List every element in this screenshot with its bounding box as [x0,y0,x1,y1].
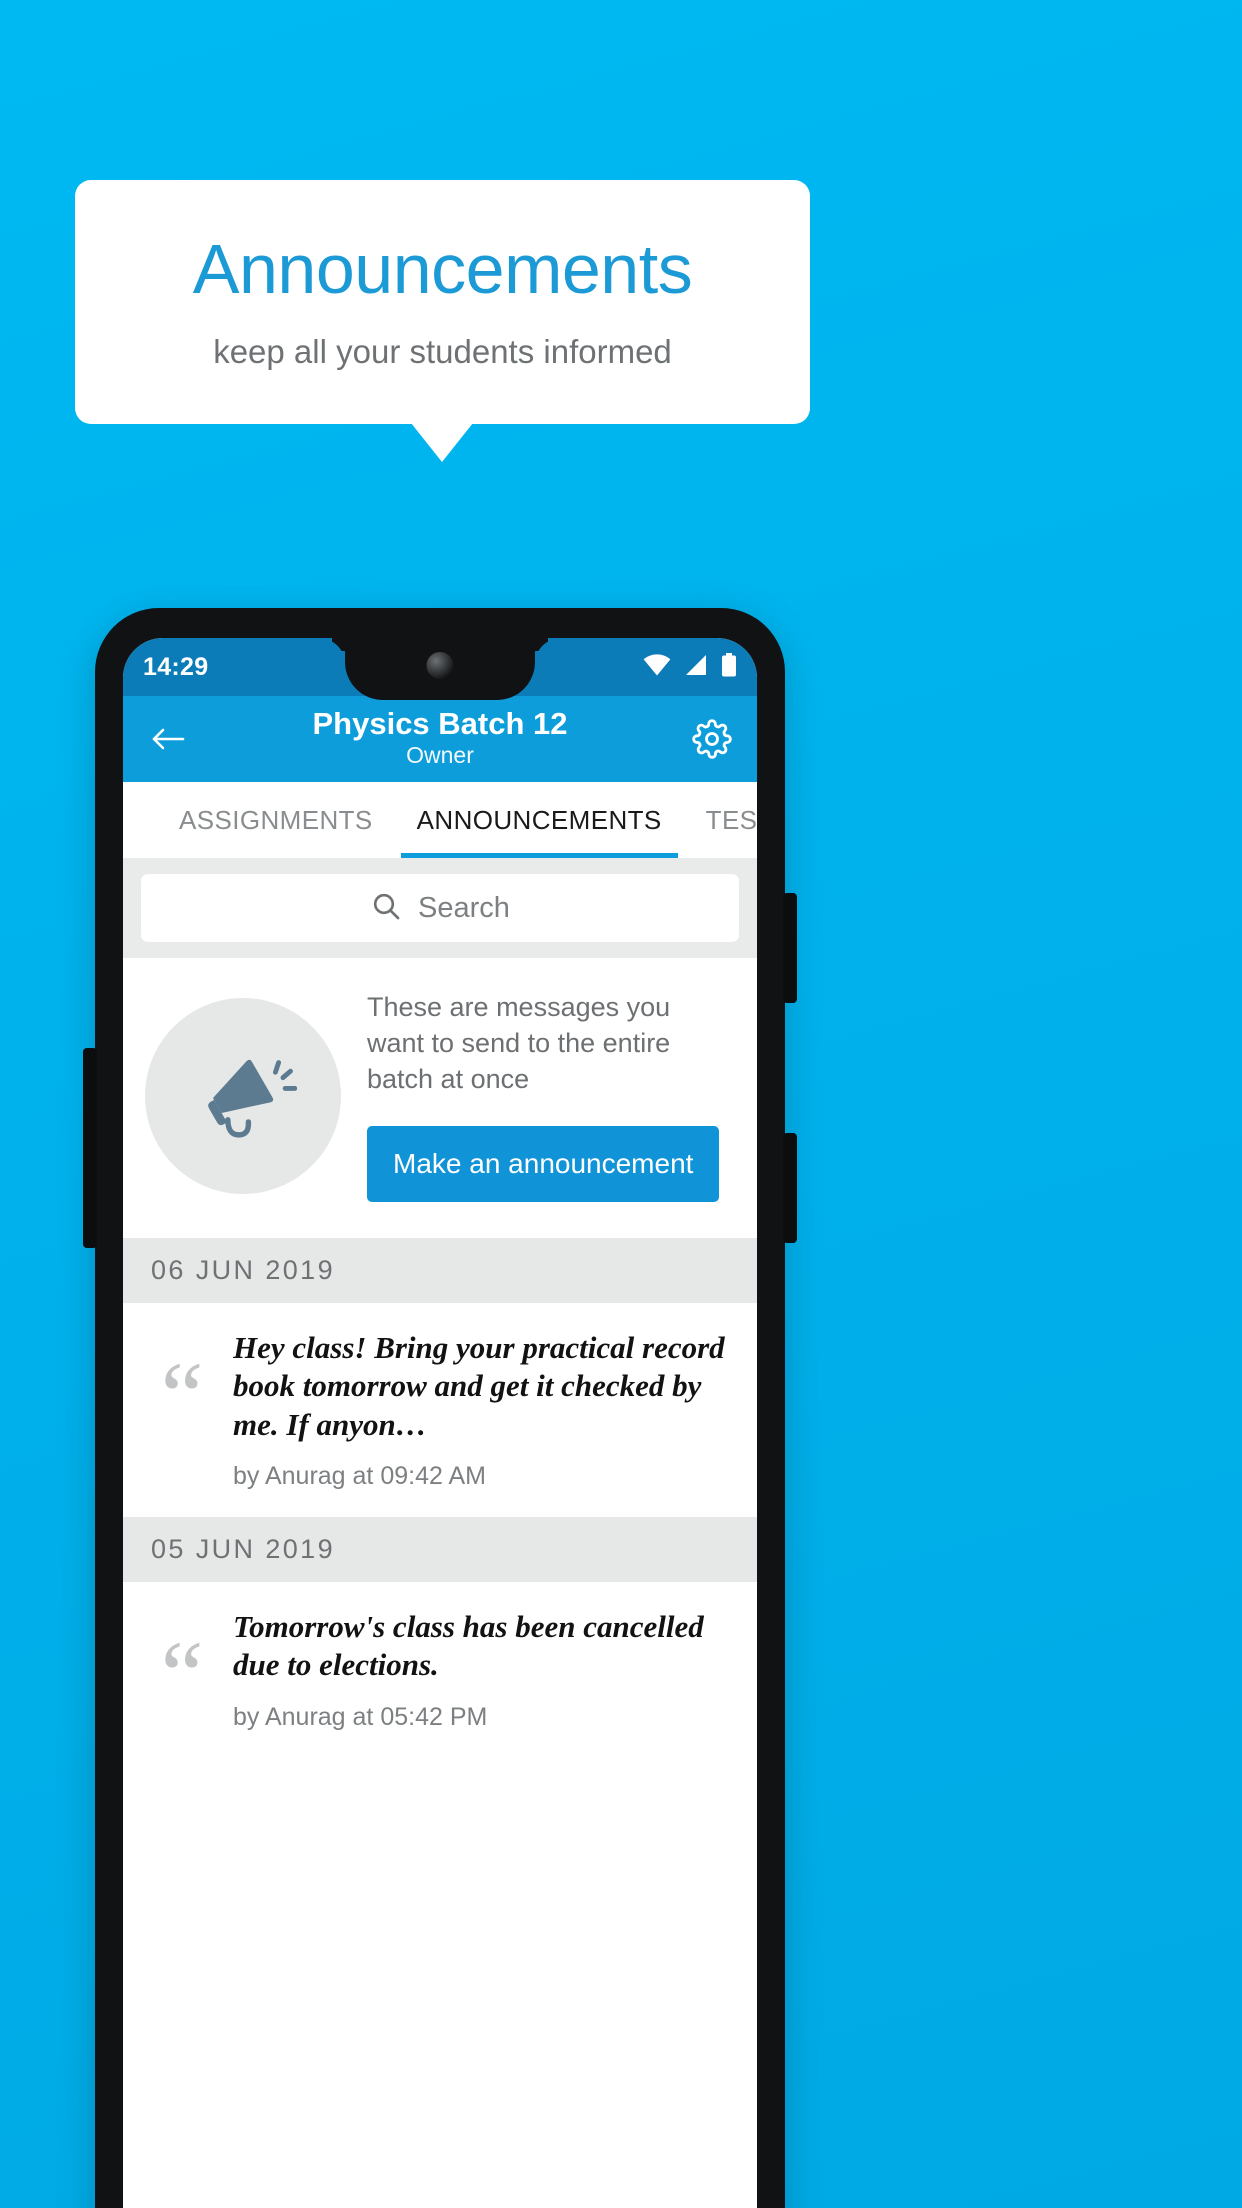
page-subtitle: keep all your students informed [213,332,672,370]
app-bar: Physics Batch 12 Owner [123,696,757,782]
app-bar-titles: Physics Batch 12 Owner [123,706,757,771]
phone-screen: 14:29 Physics Batch 12 Owner ASSIGNMENTS… [123,638,757,2208]
screenshot-stage: Announcements keep all your students inf… [0,0,1242,2208]
announcement-text: Hey class! Bring your practical record b… [233,1329,725,1442]
search-placeholder: Search [418,891,510,924]
search-container: Search [123,858,757,958]
announcement-item[interactable]: “ Tomorrow's class has been cancelled du… [123,1582,757,1758]
quote-icon: “ [160,1341,204,1449]
front-camera [426,652,454,679]
volume-up-button[interactable] [783,893,797,1003]
announcement-item[interactable]: “ Hey class! Bring your practical record… [123,1302,757,1518]
megaphone-icon [145,997,341,1194]
batch-title: Physics Batch 12 [312,706,568,741]
announcement-text: Tomorrow's class has been cancelled due … [233,1609,704,1683]
announcement-body: Hey class! Bring your practical record b… [233,1329,737,1491]
make-announcement-button[interactable]: Make an announcement [367,1125,720,1202]
back-button[interactable] [145,716,191,762]
status-bar: 14:29 [123,638,757,700]
wifi-icon [643,653,671,681]
page-title: Announcements [192,230,693,309]
promo-description: These are messages you want to send to t… [367,992,671,1094]
callout-tail [411,423,473,462]
tab-assignments[interactable]: ASSIGNMENTS [157,782,395,858]
volume-down-button[interactable] [783,1133,797,1243]
date-header: 05 JUN 2019 [123,1517,757,1583]
status-icon-group [643,652,737,682]
tab-bar: ASSIGNMENTS ANNOUNCEMENTS TESTS ’ [123,782,757,858]
signal-icon [684,654,708,681]
phone-device: 14:29 Physics Batch 12 Owner ASSIGNMENTS… [83,608,797,2208]
batch-role: Owner [406,742,474,769]
search-input[interactable]: Search [141,874,739,942]
promo-callout-card: Announcements keep all your students inf… [75,180,810,424]
battery-icon [721,652,737,682]
power-button[interactable] [83,1048,97,1248]
announcement-promo: These are messages you want to send to t… [123,958,757,1238]
announcement-meta: by Anurag at 09:42 AM [233,1462,486,1491]
announcement-meta: by Anurag at 05:42 PM [233,1702,488,1731]
tab-announcements[interactable]: ANNOUNCEMENTS [395,782,684,858]
gear-icon[interactable] [689,716,735,762]
tab-tests[interactable]: TESTS [684,782,757,858]
promo-content: These are messages you want to send to t… [367,990,731,1202]
announcement-body: Tomorrow's class has been cancelled due … [233,1608,737,1732]
date-header: 06 JUN 2019 [123,1237,757,1303]
search-icon [370,890,402,927]
status-clock: 14:29 [143,652,209,681]
quote-icon: “ [160,1621,204,1729]
